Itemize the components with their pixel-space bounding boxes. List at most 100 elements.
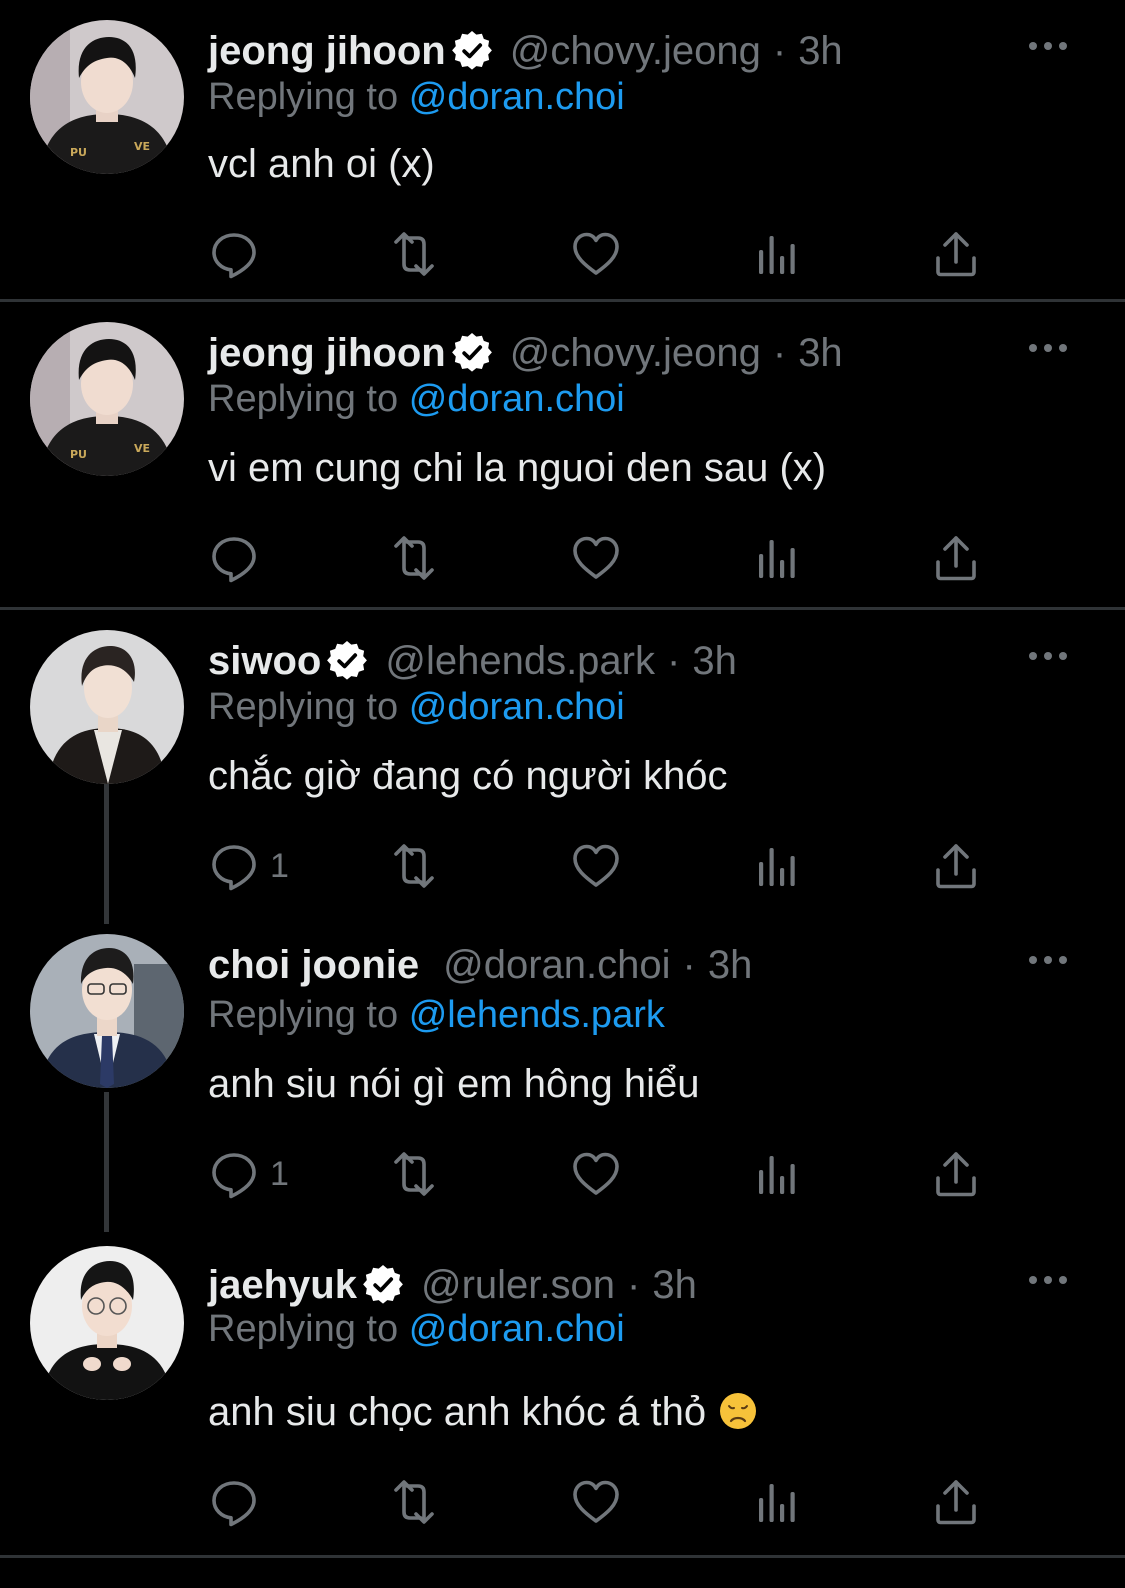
reply-button[interactable]: 1 [208,838,289,894]
tweet-header: siwoo @lehends.park · 3h [208,636,1125,686]
separator: · [682,942,696,987]
verified-badge-icon [452,333,492,373]
mention-link[interactable]: @doran.choi [409,686,625,728]
views-button[interactable] [750,1474,802,1530]
reply-button[interactable] [208,530,270,586]
tweet[interactable]: jaehyuk @ruler.son · 3h Replying to @dor… [0,1226,1125,1558]
reply-button[interactable]: 1 [208,1146,289,1202]
tweet[interactable]: siwoo @lehends.park · 3h Replying to @do… [0,610,1125,924]
replying-to-label: Replying to [208,76,399,118]
reply-feed: PU VE jeong jihoon @chovy.jeong · 3h Rep… [0,0,1125,1558]
share-button[interactable] [930,1146,982,1202]
retweet-icon [388,1148,440,1200]
retweet-button[interactable] [388,226,440,282]
like-button[interactable] [570,530,622,586]
views-button[interactable] [750,838,802,894]
separator: · [772,330,787,375]
more-icon[interactable] [1028,338,1068,358]
share-icon [930,1148,982,1200]
action-bar [208,530,1008,586]
mention-link[interactable]: @doran.choi [409,1308,625,1350]
avatar[interactable]: PU VE [30,322,184,476]
display-name[interactable]: jeong jihoon [208,29,446,74]
tweet-text: vi em cung chi la nguoi den sau (x) [208,446,827,490]
display-name[interactable]: jeong jihoon [208,331,446,376]
reply-button[interactable] [208,1474,270,1530]
mention-link[interactable]: @lehends.park [409,994,665,1036]
tweet[interactable]: PU VE jeong jihoon @chovy.jeong · 3h Rep… [0,302,1125,610]
display-name[interactable]: jaehyuk [208,1263,357,1308]
timestamp[interactable]: 3h [708,943,753,988]
reply-icon [208,532,260,584]
reply-icon [208,1476,260,1528]
views-icon [750,1148,802,1200]
avatar[interactable] [30,934,184,1088]
like-icon [570,840,622,892]
share-icon [930,1476,982,1528]
username[interactable]: @chovy.jeong [510,331,761,376]
share-icon [930,840,982,892]
avatar[interactable]: PU VE [30,20,184,174]
retweet-icon [388,532,440,584]
tweet-header: jeong jihoon @chovy.jeong · 3h [208,328,1125,378]
mention-link[interactable]: @doran.choi [409,76,625,118]
like-button[interactable] [570,1146,622,1202]
avatar[interactable] [30,1246,184,1400]
tweet-text: anh siu nói gì em hông hiểu [208,1062,700,1106]
verified-badge-icon [452,31,492,71]
timestamp[interactable]: 3h [652,1263,697,1308]
share-button[interactable] [930,838,982,894]
views-icon [750,840,802,892]
more-icon[interactable] [1028,1270,1068,1290]
replying-to-label: Replying to [208,686,399,728]
share-button[interactable] [930,226,982,282]
timestamp[interactable]: 3h [798,29,843,74]
separator: · [667,638,681,683]
like-icon [570,1148,622,1200]
separator: · [772,28,787,73]
views-button[interactable] [750,530,802,586]
more-icon[interactable] [1028,646,1068,666]
views-button[interactable] [750,1146,802,1202]
share-button[interactable] [930,1474,982,1530]
more-icon[interactable] [1028,36,1068,56]
tweet[interactable]: choi joonie @doran.choi · 3h Replying to… [0,918,1125,1232]
timestamp[interactable]: 3h [692,639,737,684]
mention-link[interactable]: @doran.choi [409,378,625,420]
retweet-button[interactable] [388,1474,440,1530]
action-bar [208,226,1008,282]
like-icon [570,532,622,584]
avatar[interactable] [30,630,184,784]
retweet-button[interactable] [388,1146,440,1202]
replying-to: Replying to @lehends.park [208,994,665,1037]
tweet-text: chắc giờ đang có người khóc [208,754,728,798]
views-button[interactable] [750,226,802,282]
like-button[interactable] [570,226,622,282]
action-bar: 1 [208,1146,1008,1202]
retweet-button[interactable] [388,838,440,894]
more-icon[interactable] [1028,950,1068,970]
display-name[interactable]: choi joonie [208,943,419,988]
timestamp[interactable]: 3h [798,331,843,376]
like-icon [570,228,622,280]
username[interactable]: @lehends.park [385,639,655,684]
replying-to-label: Replying to [208,994,399,1036]
tweet[interactable]: PU VE jeong jihoon @chovy.jeong · 3h Rep… [0,0,1125,302]
username[interactable]: @chovy.jeong [510,29,761,74]
reply-count: 1 [270,846,289,885]
share-button[interactable] [930,530,982,586]
svg-text:VE: VE [134,140,150,153]
display-name[interactable]: siwoo [208,639,321,684]
svg-text:VE: VE [134,442,150,455]
svg-text:PU: PU [70,448,87,461]
share-icon [930,532,982,584]
svg-text:PU: PU [70,146,87,159]
verified-badge-icon [363,1265,403,1305]
username[interactable]: @ruler.son [421,1263,615,1308]
username[interactable]: @doran.choi [443,943,670,988]
replying-to-label: Replying to [208,1308,399,1350]
retweet-button[interactable] [388,530,440,586]
reply-button[interactable] [208,226,270,282]
like-button[interactable] [570,1474,622,1530]
like-button[interactable] [570,838,622,894]
